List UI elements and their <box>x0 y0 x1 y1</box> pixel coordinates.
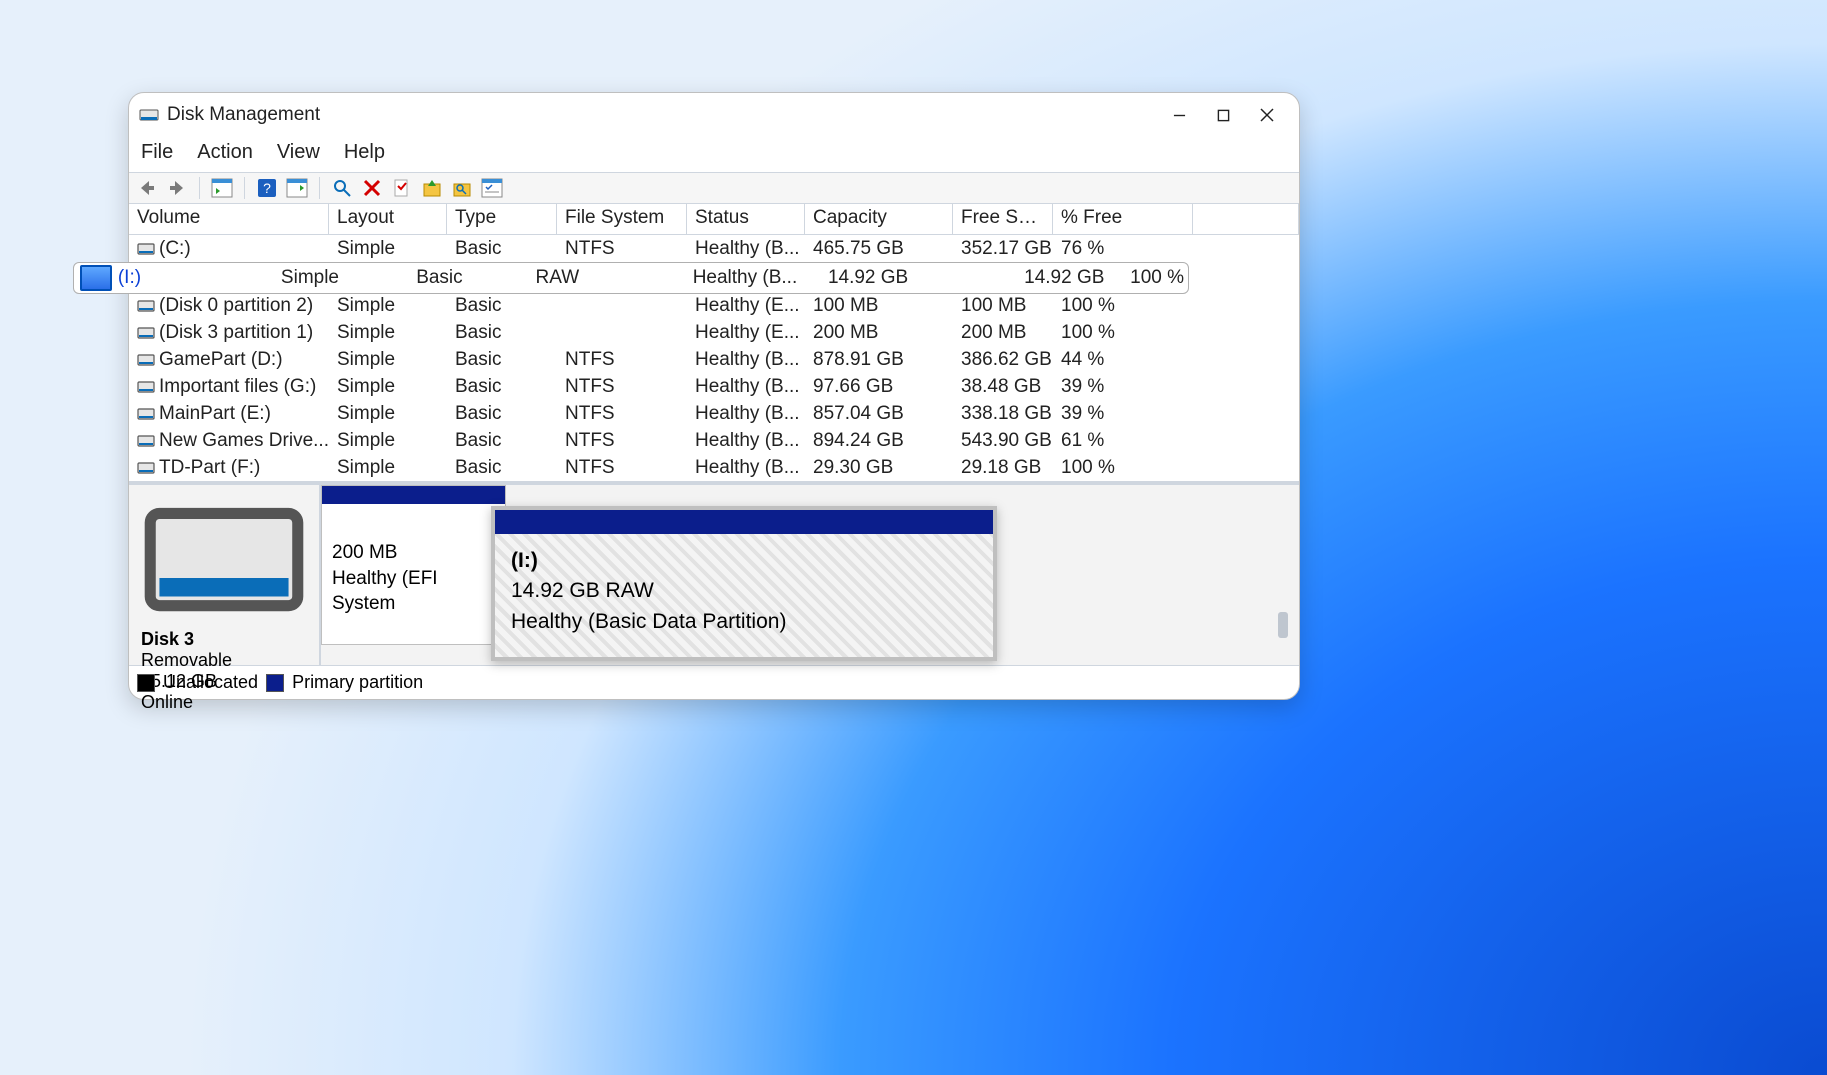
swatch-primary <box>266 674 284 692</box>
col-capacity[interactable]: Capacity <box>805 204 953 234</box>
drive-icon <box>137 378 155 392</box>
action-up-icon[interactable] <box>420 177 444 199</box>
drive-icon <box>137 297 155 311</box>
menu-help[interactable]: Help <box>344 141 385 164</box>
drive-icon <box>80 265 112 291</box>
popup-volume-name: (I:) <box>511 546 977 576</box>
app-icon <box>139 107 159 123</box>
swatch-unallocated <box>137 674 155 692</box>
volume-list[interactable]: (I:) Simple Basic RAW Healthy (B... 14.9… <box>129 235 1299 481</box>
volume-name: (I:) <box>118 267 277 289</box>
drive-icon <box>137 459 155 473</box>
volume-row[interactable]: (Disk 0 partition 2)SimpleBasicHealthy (… <box>129 292 1299 319</box>
delete-icon[interactable] <box>360 177 384 199</box>
volume-row[interactable]: New Games Drive...SimpleBasicNTFSHealthy… <box>129 427 1299 454</box>
menu-view[interactable]: View <box>277 141 320 164</box>
volume-row[interactable]: TD-Part (F:)SimpleBasicNTFSHealthy (B...… <box>129 454 1299 481</box>
back-icon[interactable] <box>135 177 159 199</box>
toolbar: ? <box>129 172 1299 204</box>
col-pctfree[interactable]: % Free <box>1053 204 1193 234</box>
maximize-button[interactable] <box>1201 100 1245 130</box>
col-status[interactable]: Status <box>687 204 805 234</box>
partition-block[interactable]: 200 MB Healthy (EFI System <box>321 485 506 645</box>
volume-row[interactable]: MainPart (E:)SimpleBasicNTFSHealthy (B..… <box>129 400 1299 427</box>
menubar: File Action View Help <box>129 137 1299 172</box>
drive-icon <box>137 351 155 365</box>
volume-row-selected[interactable]: (I:) Simple Basic RAW Healthy (B... 14.9… <box>73 262 1189 294</box>
find-icon[interactable] <box>450 177 474 199</box>
col-type[interactable]: Type <box>447 204 557 234</box>
col-freespace[interactable]: Free Sp... <box>953 204 1053 234</box>
volume-row[interactable]: Important files (G:)SimpleBasicNTFSHealt… <box>129 373 1299 400</box>
col-volume[interactable]: Volume <box>129 204 329 234</box>
properties-icon[interactable] <box>390 177 414 199</box>
minimize-button[interactable] <box>1157 100 1201 130</box>
scrollbar-thumb[interactable] <box>1278 612 1288 638</box>
settings-panel-icon[interactable] <box>285 177 309 199</box>
col-layout[interactable]: Layout <box>329 204 447 234</box>
volume-row[interactable]: (Disk 3 partition 1)SimpleBasicHealthy (… <box>129 319 1299 346</box>
drive-icon <box>137 240 155 254</box>
drive-icon <box>137 324 155 338</box>
help-icon[interactable]: ? <box>255 177 279 199</box>
titlebar[interactable]: Disk Management <box>129 93 1299 137</box>
refresh-icon[interactable] <box>330 177 354 199</box>
volume-row[interactable]: (C:)SimpleBasicNTFSHealthy (B...465.75 G… <box>129 235 1299 262</box>
drive-icon <box>137 432 155 446</box>
list-options-icon[interactable] <box>480 177 504 199</box>
drive-icon <box>141 608 307 628</box>
forward-icon[interactable] <box>165 177 189 199</box>
column-header: Volume Layout Type File System Status Ca… <box>129 204 1299 235</box>
show-hide-console-tree-icon[interactable] <box>210 177 234 199</box>
menu-action[interactable]: Action <box>197 141 253 164</box>
col-filesystem[interactable]: File System <box>557 204 687 234</box>
close-button[interactable] <box>1245 100 1289 130</box>
menu-file[interactable]: File <box>141 141 173 164</box>
partition-popup[interactable]: (I:) 14.92 GB RAW Healthy (Basic Data Pa… <box>491 506 997 661</box>
disk-info[interactable]: Disk 3 Removable 15.12 GB Online <box>129 485 321 665</box>
svg-text:?: ? <box>263 180 271 196</box>
drive-icon <box>137 405 155 419</box>
window-title: Disk Management <box>167 104 320 126</box>
volume-row[interactable]: GamePart (D:)SimpleBasicNTFSHealthy (B..… <box>129 346 1299 373</box>
